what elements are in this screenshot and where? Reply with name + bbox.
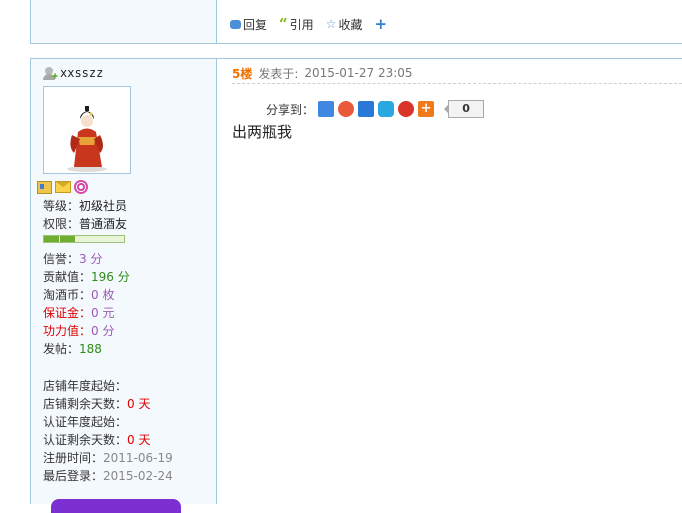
user-badges: [37, 180, 88, 194]
favorite-button[interactable]: ☆ 收藏: [326, 16, 363, 33]
quote-icon: “: [279, 15, 288, 33]
spiral-badge-icon[interactable]: [74, 180, 88, 194]
shop-days-row: 店铺剩余天数：0 天: [43, 397, 151, 411]
reply-icon: [230, 19, 241, 29]
avatar[interactable]: [43, 86, 131, 174]
permission-row: 权限：普通酒友: [43, 217, 128, 231]
forum-post: + xxsszz 等级：初级社员 权限：普通酒友 信誉：3 分 贡献值：196 …: [30, 58, 682, 513]
stat-reputation: 信誉：3 分: [43, 252, 103, 266]
favorite-icon: ☆: [325, 17, 337, 31]
user-action-button[interactable]: [51, 499, 181, 513]
share-count: 0: [440, 100, 485, 118]
posted-time: 2015-01-27 23:05: [304, 66, 413, 80]
previous-post-sidebar: [30, 0, 217, 43]
level-progress-bar: [43, 235, 125, 243]
user-stats: 信誉：3 分 贡献值：196 分 淘酒币：0 枚 保证金：0 元 功力值：0 分…: [43, 250, 130, 358]
cert-days-row: 认证剩余天数：0 天: [43, 433, 151, 447]
stat-power: 功力值：0 分: [43, 324, 115, 338]
user-rank-info: 等级：初级社员 权限：普通酒友: [43, 197, 127, 243]
stat-posts: 发帖：188: [43, 342, 102, 356]
message-icon[interactable]: [55, 181, 71, 193]
tencent-weibo-share-icon[interactable]: [398, 101, 415, 117]
renren-share-icon[interactable]: [358, 101, 375, 117]
online-user-icon: +: [43, 66, 58, 81]
cert-start-row: 认证年度起始：: [43, 415, 128, 429]
more-actions-button[interactable]: +: [374, 15, 387, 33]
profile-card-icon[interactable]: [37, 180, 52, 194]
stat-coins: 淘酒币：0 枚: [43, 288, 115, 302]
previous-post-footer: 回复 “ 引用 ☆ 收藏 +: [30, 0, 682, 44]
post-meta: 5楼 发表于: 2015-01-27 23:05: [232, 63, 682, 84]
level-row: 等级：初级社员: [43, 199, 128, 213]
share-bar: 分享到： + 0: [266, 100, 485, 118]
username-row: + xxsszz: [43, 66, 103, 81]
stat-contribution: 贡献值：196 分: [43, 270, 130, 284]
register-time-row: 注册时间：2011-06-19: [43, 451, 173, 465]
share-label: 分享到：: [266, 102, 315, 117]
posted-label: 发表于:: [258, 66, 299, 81]
last-login-row: 最后登录：2015-02-24: [43, 469, 173, 483]
weibo-share-icon[interactable]: [338, 101, 355, 117]
reply-button[interactable]: 回复: [230, 16, 267, 33]
quote-button[interactable]: “ 引用: [279, 16, 314, 33]
pengyou-share-icon[interactable]: [378, 101, 395, 117]
plus-icon: +: [374, 15, 388, 33]
shop-start-row: 店铺年度起始：: [43, 379, 128, 393]
qzone-share-icon[interactable]: [318, 101, 335, 117]
post-body: 出两瓶我: [232, 123, 293, 141]
user-sidebar: + xxsszz 等级：初级社员 权限：普通酒友 信誉：3 分 贡献值：196 …: [30, 59, 217, 513]
floor-number[interactable]: 5楼: [232, 65, 252, 82]
post-actions: 回复 “ 引用 ☆ 收藏 +: [230, 15, 387, 33]
more-share-icon[interactable]: +: [418, 101, 435, 117]
username-link[interactable]: xxsszz: [60, 66, 103, 80]
shop-info: 店铺年度起始： 店铺剩余天数：0 天 认证年度起始： 认证剩余天数：0 天 注册…: [43, 377, 173, 485]
stat-deposit: 保证金：0 元: [43, 306, 115, 320]
